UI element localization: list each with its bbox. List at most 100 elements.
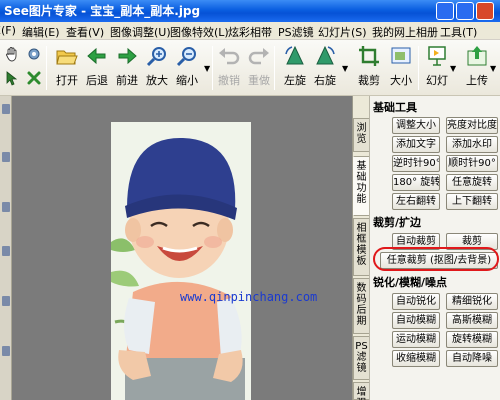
- resize-button[interactable]: 大小: [384, 44, 418, 94]
- open-button[interactable]: 打开: [50, 44, 84, 94]
- brightness-contrast-button[interactable]: 亮度对比度: [446, 117, 498, 134]
- add-watermark-button[interactable]: 添加水印: [446, 136, 498, 153]
- title-bar: See图片专家 - 宝宝_副本_副本.jpg: [0, 0, 500, 22]
- tab-browse[interactable]: 浏览: [353, 118, 370, 152]
- forward-button[interactable]: 前进: [110, 44, 144, 94]
- settings-tool-icon[interactable]: [26, 46, 42, 62]
- tab-ps-filters[interactable]: PS滤镜: [353, 336, 370, 380]
- rotate-cw-90-button[interactable]: 顺时针90°: [446, 155, 498, 172]
- tab-basic-functions[interactable]: 基础功能: [353, 156, 370, 216]
- menu-bar: E(F) 编辑(E) 查看(V) 图像调整(U) 图像特效(L) 炫彩相带 PS…: [0, 22, 500, 40]
- menu-view[interactable]: 查看(V): [66, 24, 104, 40]
- basic-functions-panel: 基础工具 调整大小 亮度对比度 添加文字 添加水印 逆时针90° 顺时针90° …: [369, 96, 500, 400]
- slideshow-icon: [428, 46, 446, 66]
- back-arrow-icon: [87, 47, 106, 65]
- fine-sharpen-button[interactable]: 精细锐化: [446, 293, 498, 310]
- image-canvas[interactable]: www.qinpinchang.com: [12, 96, 352, 400]
- section-title-crop: 裁剪/扩边: [373, 216, 422, 229]
- forward-arrow-icon: [118, 47, 137, 65]
- zoom-dropdown-icon[interactable]: ▼: [204, 64, 210, 73]
- upload-button[interactable]: 上传: [460, 44, 494, 94]
- strip-handle[interactable]: [2, 152, 10, 162]
- zoom-in-button[interactable]: 放大: [140, 44, 174, 94]
- strip-handle[interactable]: [2, 296, 10, 306]
- menu-online-album[interactable]: 我的网上相册: [372, 24, 438, 40]
- open-folder-icon: [56, 50, 78, 65]
- motion-blur-button[interactable]: 运动模糊: [392, 331, 440, 348]
- auto-crop-button[interactable]: 自动裁剪: [392, 233, 440, 250]
- window-title: See图片专家 - 宝宝_副本_副本.jpg: [4, 4, 201, 18]
- maximize-button[interactable]: [456, 2, 474, 20]
- auto-denoise-button[interactable]: 自动降噪: [446, 350, 498, 367]
- zoom-out-icon: [176, 47, 196, 67]
- resize-icon: [391, 47, 411, 64]
- free-crop-cutout-button[interactable]: 任意裁剪 (抠图/去背景): [380, 252, 498, 269]
- spin-blur-button[interactable]: 旋转模糊: [446, 331, 498, 348]
- menu-slideshow[interactable]: 幻灯片(S): [318, 24, 367, 40]
- delete-icon[interactable]: [26, 70, 42, 86]
- resize-image-button[interactable]: 调整大小: [392, 117, 440, 134]
- free-rotate-button[interactable]: 任意旋转: [446, 174, 498, 191]
- rotate-right-button[interactable]: 右旋: [308, 44, 342, 94]
- side-tab-strip: 浏览 基础功能 相框模板 数码后期 PS滤镜 增强: [352, 96, 370, 400]
- rotate-right-icon: [316, 45, 335, 65]
- upload-label: 上传: [466, 74, 488, 87]
- section-title-basic-tools: 基础工具: [373, 101, 417, 114]
- menu-color-frames[interactable]: 炫彩相带: [228, 24, 272, 40]
- select-tool-icon[interactable]: [4, 70, 20, 86]
- strip-handle[interactable]: [2, 346, 10, 356]
- rotate-dropdown-icon[interactable]: ▼: [342, 64, 348, 73]
- back-label: 后退: [86, 74, 108, 87]
- minimize-button[interactable]: [436, 2, 454, 20]
- menu-edit[interactable]: 编辑(E): [22, 24, 60, 40]
- upload-icon: [467, 46, 487, 66]
- strip-handle[interactable]: [2, 246, 10, 256]
- crop-label: 裁剪: [358, 74, 380, 87]
- back-button[interactable]: 后退: [80, 44, 114, 94]
- redo-label: 重做: [248, 74, 270, 87]
- gaussian-blur-button[interactable]: 高斯模糊: [446, 312, 498, 329]
- crop-icon: [359, 46, 379, 66]
- tab-digital-post[interactable]: 数码后期: [353, 278, 370, 334]
- close-button[interactable]: [476, 2, 494, 20]
- strip-handle[interactable]: [2, 202, 10, 212]
- auto-blur-button[interactable]: 自动模糊: [392, 312, 440, 329]
- rotate-180-button[interactable]: 180° 旋转: [392, 174, 440, 191]
- flip-vertical-button[interactable]: 上下翻转: [446, 193, 498, 210]
- menu-image-effects[interactable]: 图像特效(L): [170, 24, 229, 40]
- slideshow-button[interactable]: 幻灯: [420, 44, 454, 94]
- add-text-button[interactable]: 添加文字: [392, 136, 440, 153]
- crop-panel-button[interactable]: 裁剪: [446, 233, 498, 250]
- undo-icon: [219, 48, 240, 65]
- menu-file[interactable]: E(F): [0, 24, 16, 37]
- rotate-left-button[interactable]: 左旋: [278, 44, 312, 94]
- redo-icon: [248, 48, 269, 65]
- slideshow-dropdown-icon[interactable]: ▼: [450, 64, 456, 73]
- zoom-out-button[interactable]: 缩小: [170, 44, 204, 94]
- auto-sharpen-button[interactable]: 自动锐化: [392, 293, 440, 310]
- strip-handle[interactable]: [2, 104, 10, 114]
- upload-dropdown-icon[interactable]: ▼: [490, 64, 496, 73]
- undo-button: 撤销: [212, 44, 246, 94]
- menu-tools[interactable]: 工具(T): [440, 24, 477, 40]
- baby-photo-illustration: [111, 122, 251, 400]
- menu-image-adjust[interactable]: 图像调整(U): [110, 24, 171, 40]
- menu-ps-filters[interactable]: PS滤镜: [278, 24, 314, 40]
- rotate-left-label: 左旋: [284, 74, 306, 87]
- crop-button[interactable]: 裁剪: [352, 44, 386, 94]
- rotate-ccw-90-button[interactable]: 逆时针90°: [392, 155, 440, 172]
- hand-tool-icon[interactable]: [4, 46, 20, 62]
- open-label: 打开: [56, 74, 78, 87]
- left-tool-strip: [0, 96, 12, 400]
- main-toolbar: 打开 后退 前进 放大 缩小 ▼ 撤销 重做 左旋 右旋 ▼ 裁剪 大小 幻灯 …: [0, 40, 500, 96]
- slideshow-label: 幻灯: [426, 74, 448, 87]
- redo-button: 重做: [242, 44, 276, 94]
- zoom-out-label: 缩小: [176, 74, 198, 87]
- zoom-in-icon: [146, 47, 166, 67]
- flip-horizontal-button[interactable]: 左右翻转: [392, 193, 440, 210]
- zoom-in-label: 放大: [146, 74, 168, 87]
- tab-enhance[interactable]: 增强: [353, 382, 370, 400]
- tab-frame-templates[interactable]: 相框模板: [353, 218, 370, 276]
- undo-label: 撤销: [218, 74, 240, 87]
- zoom-blur-button[interactable]: 收缩模糊: [392, 350, 440, 367]
